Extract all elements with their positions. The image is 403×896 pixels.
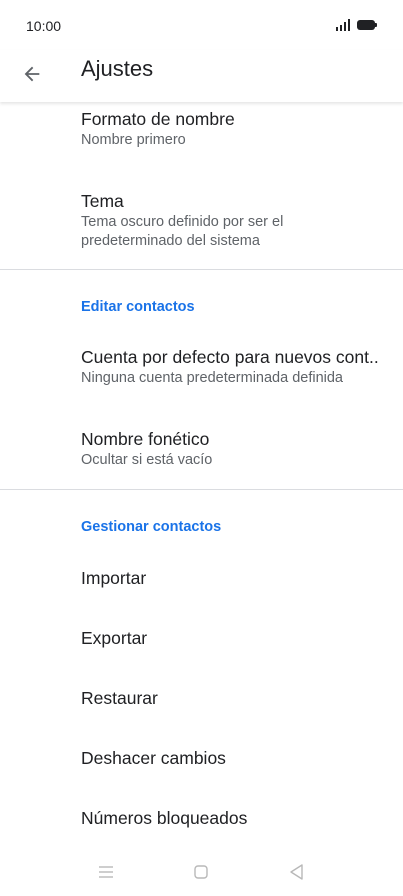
setting-theme[interactable]: Tema Tema oscuro definido por ser el pre… [0, 190, 403, 251]
setting-name-format[interactable]: Formato de nombre Nombre primero [0, 108, 403, 150]
back-triangle-icon [290, 864, 303, 880]
back-button[interactable] [10, 54, 54, 94]
setting-title: Formato de nombre [81, 109, 235, 129]
section-header-edit-contacts: Editar contactos [81, 299, 195, 315]
menu-icon [99, 866, 113, 878]
setting-export[interactable]: Exportar [0, 627, 403, 649]
navigation-bar [0, 846, 403, 896]
recents-button[interactable] [95, 861, 117, 883]
setting-value: Ninguna cuenta predeterminada definida [81, 370, 343, 386]
section-header-manage-contacts: Gestionar contactos [81, 519, 222, 535]
setting-value: Nombre primero [81, 132, 186, 148]
setting-title: Cuenta por defecto para nuevos cont.. [81, 347, 379, 367]
setting-title: Deshacer cambios [81, 748, 226, 768]
setting-value: predeterminado del sistema [81, 233, 260, 249]
setting-title: Exportar [81, 628, 148, 648]
setting-undo-changes[interactable]: Deshacer cambios [0, 747, 403, 769]
setting-restore[interactable]: Restaurar [0, 687, 403, 709]
setting-value: Tema oscuro definido por ser el [81, 214, 284, 230]
setting-value: Ocultar si está vacío [81, 452, 213, 468]
arrow-left-icon [24, 66, 40, 82]
page-title: Ajustes [81, 56, 154, 81]
setting-title: Importar [81, 568, 147, 588]
setting-title: Tema [81, 191, 124, 211]
setting-title: Nombre fonético [81, 429, 210, 449]
battery-icon [357, 20, 377, 30]
setting-import[interactable]: Importar [0, 567, 403, 589]
setting-title: Números bloqueados [81, 808, 248, 828]
setting-blocked-numbers[interactable]: Números bloqueados [0, 807, 403, 829]
home-button[interactable] [190, 861, 212, 883]
back-nav-button[interactable] [286, 861, 308, 883]
status-time: 10:00 [26, 18, 62, 34]
setting-title: Restaurar [81, 688, 158, 708]
setting-phonetic-name[interactable]: Nombre fonético Ocultar si está vacío [0, 428, 403, 470]
app-bar: Ajustes [0, 50, 403, 102]
divider [0, 489, 403, 490]
status-bar: 10:00 [0, 0, 403, 50]
divider [0, 269, 403, 270]
setting-default-account[interactable]: Cuenta por defecto para nuevos cont.. Ni… [0, 346, 403, 388]
settings-screen: 10:00 Ajustes Formato de nombre Nombre p… [0, 0, 403, 896]
home-square-icon [194, 865, 208, 879]
signal-icon [336, 19, 352, 31]
